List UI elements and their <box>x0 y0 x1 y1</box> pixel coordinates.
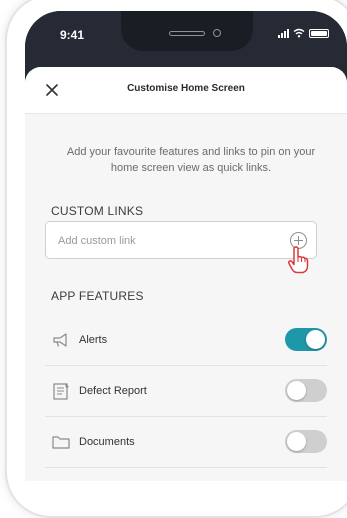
defect-report-toggle[interactable] <box>285 379 327 402</box>
feature-label: Defect Report <box>79 385 147 397</box>
hand-pointer-icon <box>288 246 309 274</box>
custom-links-heading: CUSTOM LINKS <box>51 204 144 218</box>
custom-link-input[interactable] <box>56 222 280 260</box>
signal-icon <box>278 28 289 38</box>
megaphone-icon <box>53 333 67 347</box>
phone-screen: 9:41 Customise Home Screen Add your favo… <box>25 11 347 481</box>
report-icon <box>53 383 69 400</box>
app-sheet: Customise Home Screen Add your favourite… <box>25 67 347 481</box>
custom-link-field <box>45 221 317 260</box>
speaker-icon <box>169 31 205 36</box>
app-features-heading: APP FEATURES <box>51 289 144 303</box>
feature-label: Alerts <box>79 334 108 346</box>
intro-description: Add your favourite features and links to… <box>66 146 316 174</box>
feature-list: Alerts Defect Report Documents <box>25 315 347 468</box>
phone-notch <box>121 11 253 51</box>
documents-toggle[interactable] <box>285 430 327 453</box>
status-icons <box>278 28 329 38</box>
feature-row-defect-report: Defect Report <box>45 366 327 417</box>
battery-icon <box>309 29 329 38</box>
feature-row-documents: Documents <box>45 417 327 468</box>
folder-icon <box>52 436 70 449</box>
wifi-icon <box>293 28 305 38</box>
page-title: Customise Home Screen <box>127 83 245 94</box>
camera-icon <box>213 29 221 37</box>
feature-label: Documents <box>79 436 135 448</box>
app-header: Customise Home Screen <box>25 67 347 114</box>
alerts-toggle[interactable] <box>285 328 327 351</box>
feature-row-alerts: Alerts <box>45 315 327 366</box>
status-time: 9:41 <box>60 28 85 42</box>
